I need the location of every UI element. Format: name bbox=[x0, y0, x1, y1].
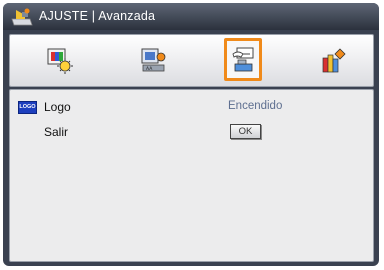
options-settings-icon bbox=[322, 48, 346, 73]
display-settings-icon: AA bbox=[141, 48, 166, 72]
tab-options[interactable] bbox=[311, 35, 355, 86]
tab-bar: AA bbox=[9, 34, 374, 87]
tab-image[interactable] bbox=[38, 35, 82, 86]
logo-label: Logo bbox=[44, 100, 71, 114]
logo-value[interactable]: Encendido bbox=[228, 100, 282, 112]
settings-menu-icon bbox=[11, 8, 33, 26]
tab-display[interactable]: AA bbox=[131, 35, 175, 86]
ok-button[interactable]: OK bbox=[230, 124, 261, 139]
exit-row[interactable]: Salir OK bbox=[10, 124, 373, 142]
logo-row[interactable]: LOGO Logo Encendido bbox=[10, 99, 373, 117]
image-settings-icon bbox=[47, 48, 73, 74]
tab-setup[interactable] bbox=[222, 35, 266, 86]
logo-icon: LOGO bbox=[18, 101, 37, 114]
settings-panel: LOGO Logo Encendido Salir OK bbox=[9, 89, 374, 262]
osd-window: AJUSTE | Avanzada AA LOGO Logo Encendido… bbox=[3, 3, 379, 266]
exit-label: Salir bbox=[44, 125, 69, 139]
svg-text:AA: AA bbox=[146, 66, 153, 72]
title-bar: AJUSTE | Avanzada bbox=[3, 3, 379, 30]
setup-settings-icon bbox=[232, 47, 254, 72]
menu-title: AJUSTE | Avanzada bbox=[39, 9, 156, 23]
